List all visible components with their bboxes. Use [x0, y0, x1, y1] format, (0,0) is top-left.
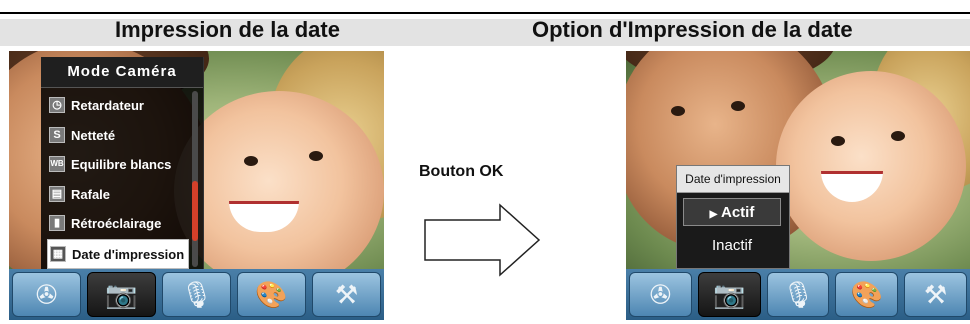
tools-icon: ⚒ [334, 279, 359, 309]
menu-item[interactable]: WB Equilibre blancs [47, 150, 189, 180]
menu-scrollbar[interactable] [192, 91, 198, 267]
menu-item-label: Rafale [71, 186, 111, 202]
menu-item[interactable]: ▤ Rafale [47, 180, 189, 210]
toolbar-button[interactable]: 🎙 [766, 272, 830, 317]
toolbar-button[interactable]: 🎙 [162, 272, 231, 317]
menu-item-label: Rétroéclairage [71, 216, 162, 231]
menu-item-label: Equilibre blancs [71, 157, 172, 172]
menu-item[interactable]: ◷ Retardateur [47, 91, 189, 121]
option-label: Actif [720, 204, 755, 221]
toolbar-button[interactable]: ✇ [12, 272, 81, 317]
toolbar-button[interactable]: ⚒ [312, 272, 381, 317]
camera-mode-menu: Mode Caméra ◷ Retardateur S Netteté WB Equili… [41, 57, 204, 269]
microphone-icon: 🎙 [781, 279, 815, 309]
right-heading: Option d'Impression de la date [532, 17, 853, 42]
option-inactif[interactable]: Inactif [683, 232, 781, 260]
scrollbar-thumb[interactable] [192, 181, 198, 241]
toolbar-button[interactable]: ✇ [629, 272, 692, 317]
palette-icon: 🎨 [255, 279, 288, 309]
toolbar-button[interactable]: 🎨 [237, 272, 306, 317]
left-heading: Impression de la date [115, 17, 340, 42]
camera-screen-option: Date d'impression ▶ Actif Inactif ✇ 📷 🎙 🎨 ⚒ [626, 51, 970, 320]
toolbar-button[interactable]: 📷 [697, 272, 761, 317]
option-label: Inactif [711, 237, 753, 254]
header-top-rule [0, 12, 970, 14]
film-reel-icon: ✇ [35, 279, 58, 309]
menu-item-label: Retardateur [71, 98, 144, 113]
microphone-icon: 🎙 [179, 279, 214, 309]
toolbar-button[interactable]: ⚒ [904, 272, 967, 317]
camera-icon: 📷 [713, 279, 746, 309]
menu-title: Mode Caméra [41, 57, 203, 88]
option-actif[interactable]: ▶ Actif [683, 198, 781, 226]
white-balance-icon: WB [49, 156, 65, 172]
camera-icon: 📷 [105, 279, 138, 309]
menu-item[interactable]: ▮ Rétroéclairage [47, 209, 189, 239]
palette-icon: 🎨 [850, 279, 883, 309]
camera-screen-menu: Mode Caméra ◷ Retardateur S Netteté WB Equili… [9, 51, 384, 320]
toolbar-button[interactable]: 🎨 [835, 272, 899, 317]
date-stamp-popup: Date d'impression ▶ Actif Inactif [676, 165, 790, 269]
menu-item[interactable]: ▦ Date d'impression [47, 238, 189, 269]
right-arrow-icon [424, 203, 541, 277]
ok-button-label: Bouton OK [419, 163, 504, 180]
burst-icon: ▤ [49, 185, 65, 202]
header: Impression de la date Option d'Impressio… [0, 0, 970, 46]
menu-item-label: Netteté [71, 127, 116, 143]
menu-item[interactable]: S Netteté [47, 121, 189, 151]
mode-toolbar: ✇ 📷 🎙 🎨 ⚒ [626, 269, 970, 320]
mode-toolbar: ✇ 📷 🎙 🎨 ⚒ [9, 269, 384, 320]
film-reel-icon: ✇ [649, 279, 672, 309]
backlight-icon: ▮ [49, 215, 65, 231]
selection-arrow-icon: ▶ [709, 209, 718, 220]
timer-icon: ◷ [49, 97, 65, 113]
menu-item-label: Date d'impression [72, 246, 185, 262]
tools-icon: ⚒ [923, 279, 948, 309]
date-stamp-icon: ▦ [50, 245, 66, 262]
sharpness-icon: S [49, 126, 65, 143]
popup-title: Date d'impression [677, 166, 789, 193]
toolbar-button[interactable]: 📷 [87, 272, 156, 317]
